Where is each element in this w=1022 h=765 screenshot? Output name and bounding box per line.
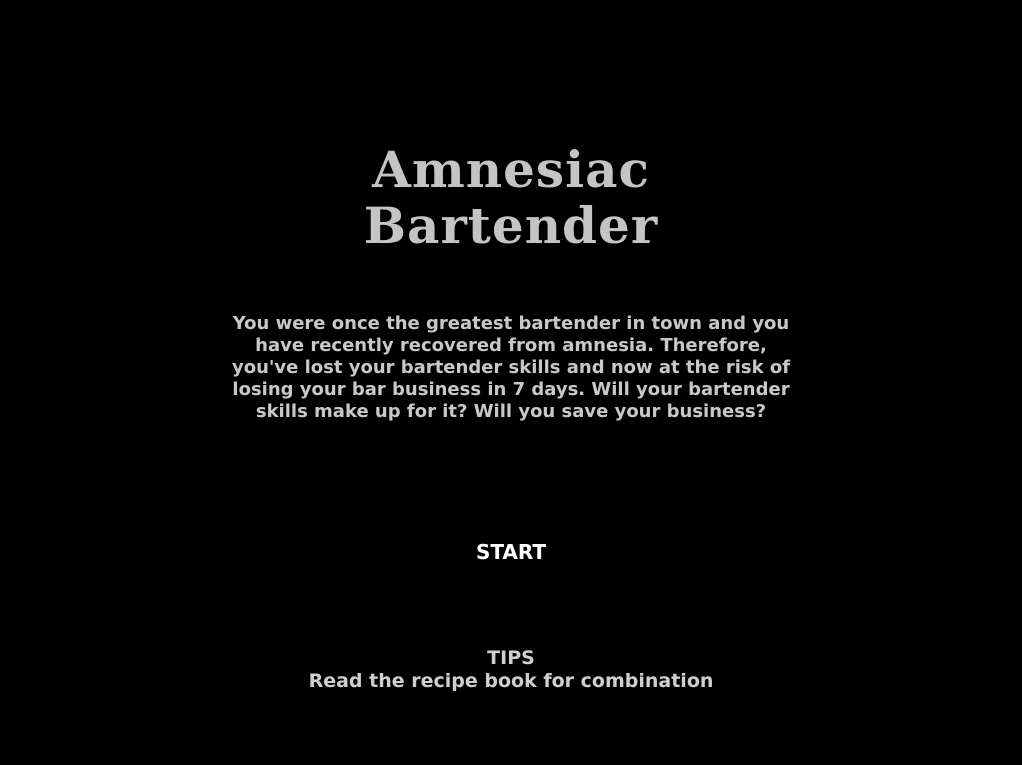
tips-text: Read the recipe book for combination — [308, 670, 714, 692]
game-title-line-1: Amnesiac — [372, 140, 650, 199]
tips-section: TIPS Read the recipe book for combinatio… — [0, 646, 1022, 692]
game-title: Amnesiac Bartender — [0, 142, 1022, 254]
start-button[interactable]: START — [461, 537, 561, 567]
intro-description: You were once the greatest bartender in … — [231, 313, 791, 422]
title-screen: Amnesiac Bartender You were once the gre… — [0, 0, 1022, 765]
game-title-line-2: Bartender — [363, 196, 659, 255]
tips-heading: TIPS — [487, 647, 535, 669]
